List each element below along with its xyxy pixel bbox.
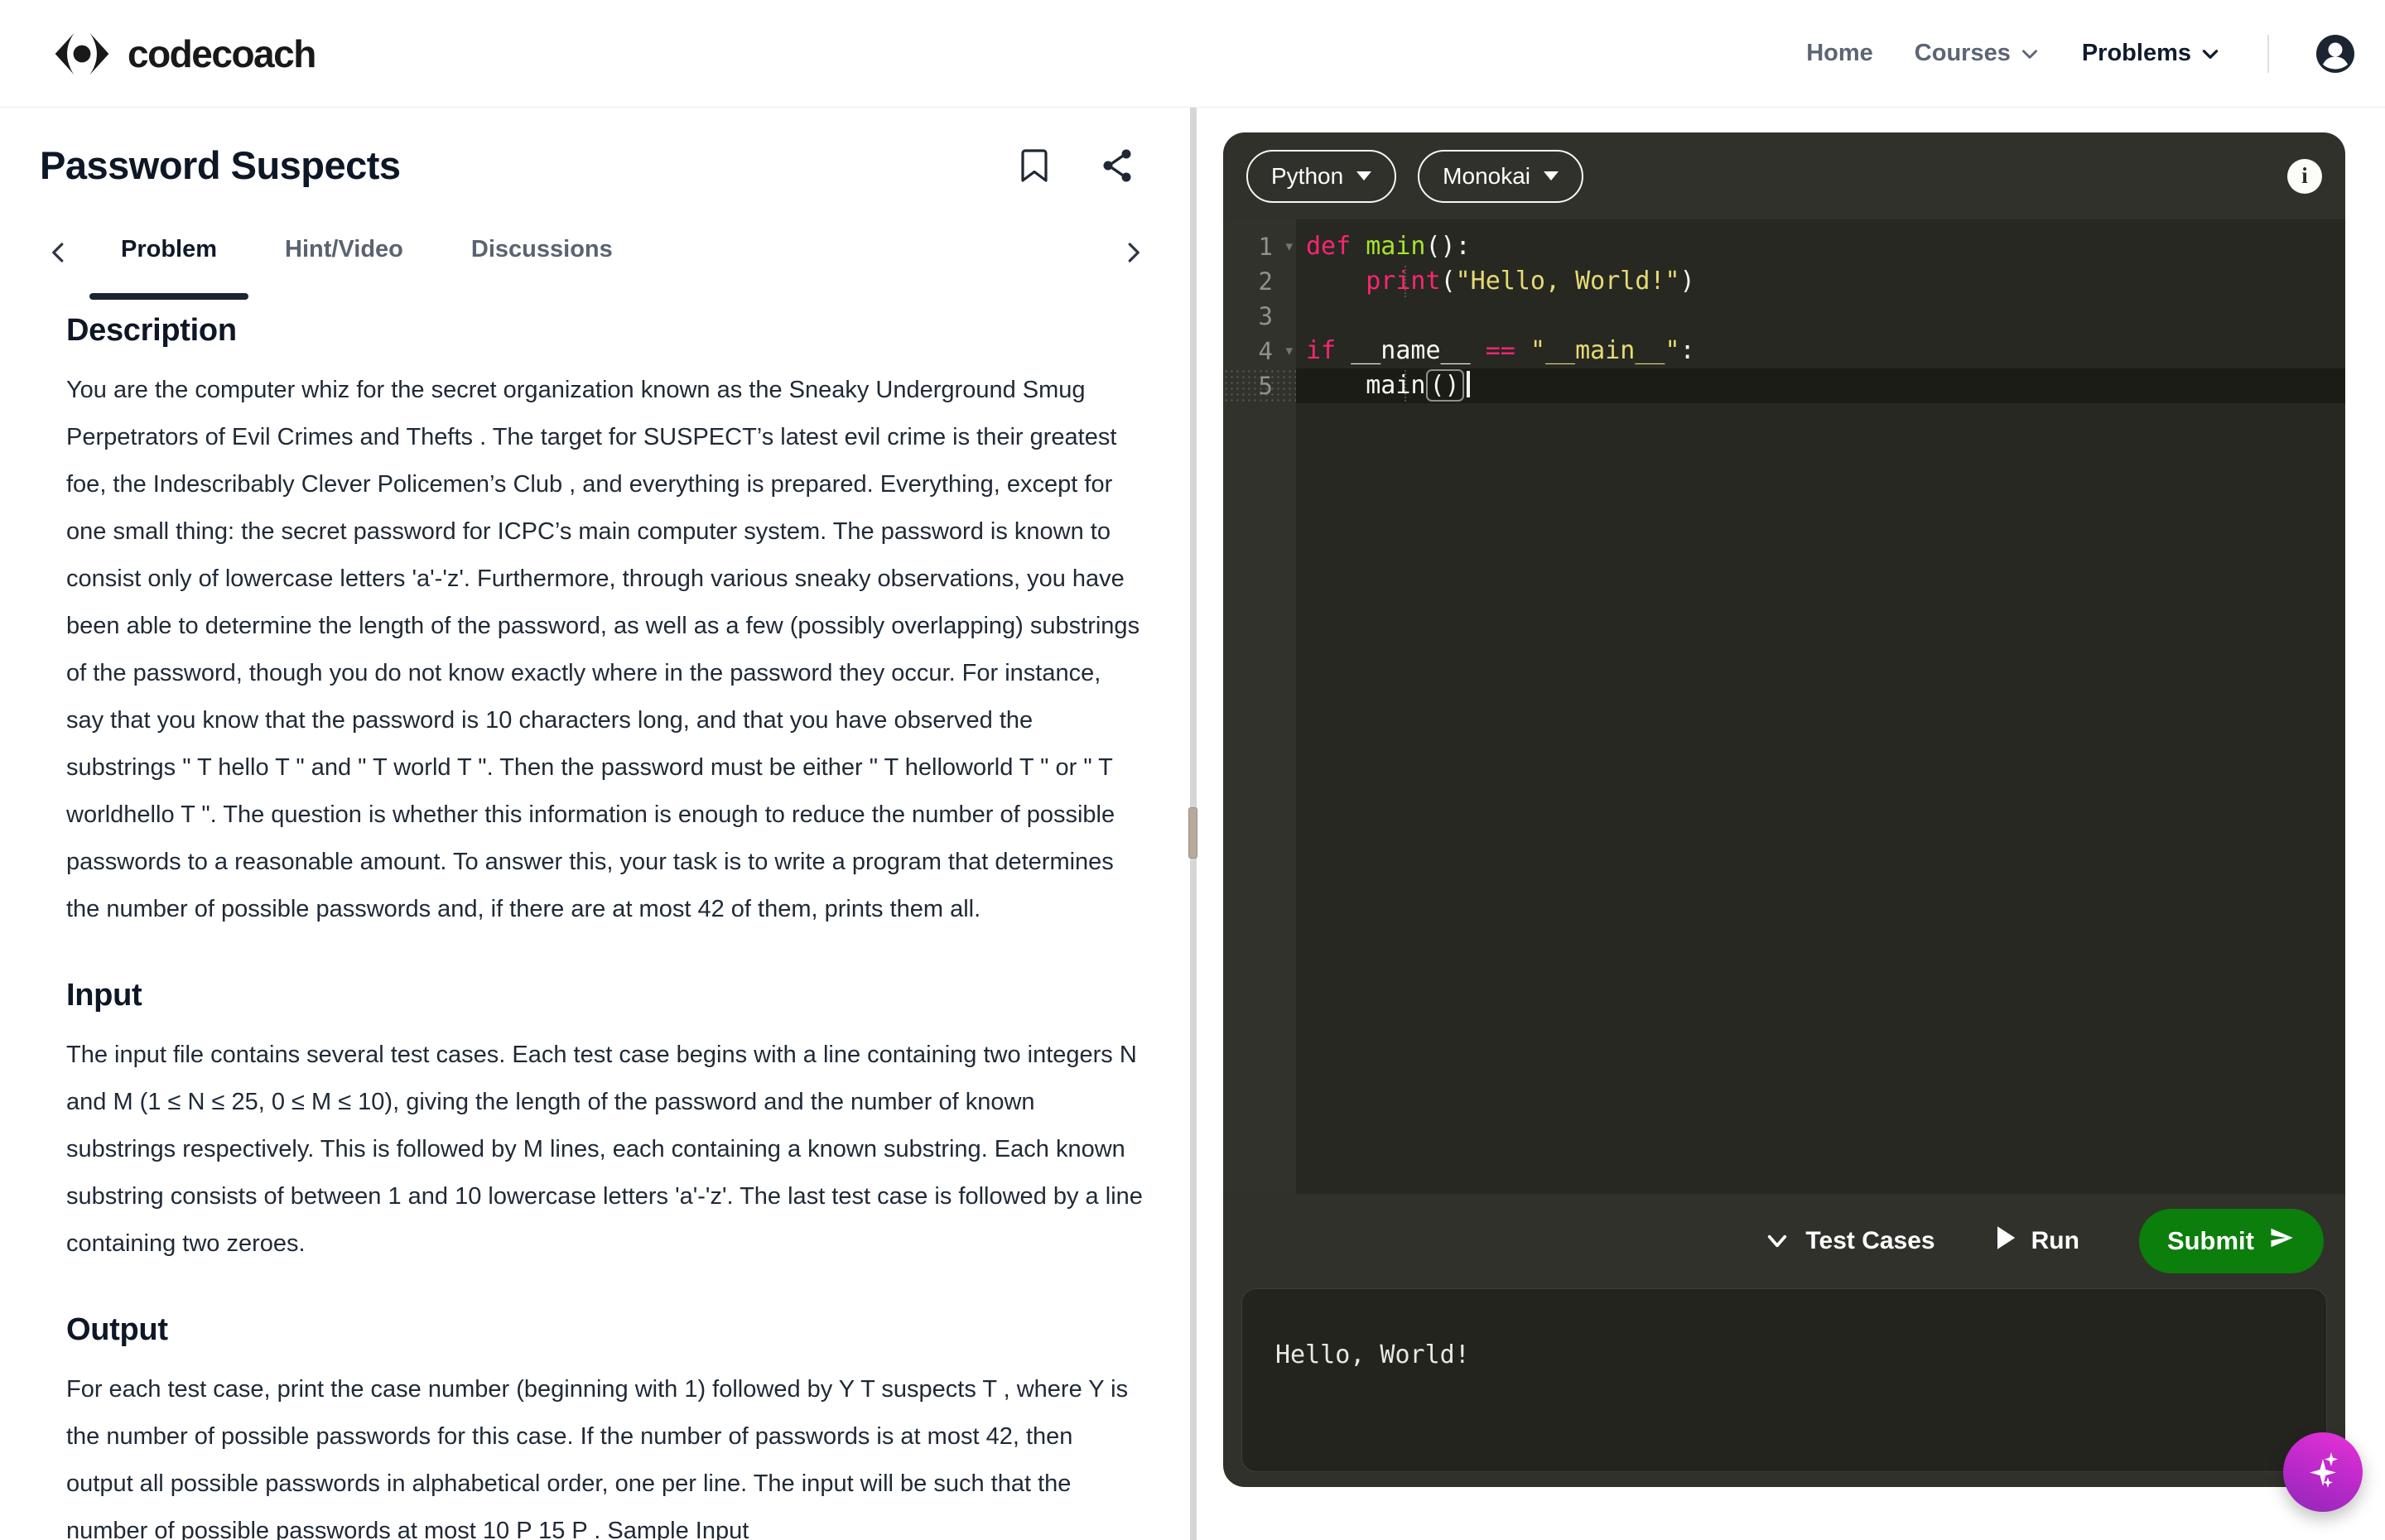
tabs-scroll-right-icon[interactable] [1120,240,1145,265]
code-area[interactable]: 1 ▾ def main(): 2 print("Hello, World!") 3 4 ▾… [1223,219,2345,1194]
code-text: main() [1296,368,2345,403]
code-line-3[interactable]: 3 [1223,299,2345,334]
tab-hint-video[interactable]: Hint/Video [285,236,403,268]
section-paragraph: For each test case, print the case numbe… [66,1376,1129,1540]
section-output: Output For each test case, print the case… [66,1312,1144,1540]
theme-select[interactable]: Monokai [1418,149,1584,203]
tabs-scroll-left-icon[interactable] [46,240,71,265]
section-heading: Output [66,1312,168,1347]
test-cases-toggle[interactable]: Test Cases [1764,1227,1935,1255]
section-input: Input The input file contains several tes… [66,978,1144,1268]
indent-guide [1404,266,1406,297]
tab-problem[interactable]: Problem [89,236,249,300]
editor-action-bar: Test Cases Run Submit [1223,1194,2345,1288]
header: codecoach Home Courses Problems [0,0,2385,108]
submit-button[interactable]: Submit [2138,1209,2324,1273]
problem-content: Description You are the computer whiz for… [40,313,1152,1540]
run-button[interactable]: Run [1995,1225,2079,1257]
chevron-down-icon [2200,43,2221,65]
line-number: 2 [1258,267,1273,296]
code-line-1[interactable]: 1 ▾ def main(): [1223,229,2345,264]
line-number: 5 [1223,368,1296,403]
codecoach-logo-icon [51,31,113,77]
fold-arrow-icon[interactable]: ▾ [1285,334,1293,368]
chevron-down-icon [1764,1228,1790,1254]
nav-divider [2267,34,2269,73]
nav-item-courses[interactable]: Courses [1915,40,2040,67]
sparkles-icon [2300,1447,2346,1498]
indent-guide [1404,370,1406,402]
output-console: Hello, World! [1241,1288,2327,1472]
code-line-4[interactable]: 4 ▾ if __name__ == "__main__": [1223,334,2345,368]
brand-name: codecoach [128,31,316,75]
tab-bar: Problem Hint/Video Discussions [40,236,1152,300]
panel-resize-handle[interactable] [1188,807,1197,859]
editor-toolbar: Python Monokai i [1223,132,2345,219]
text-cursor [1466,371,1470,397]
code-text: def main(): [1306,232,1471,261]
fold-arrow-icon[interactable]: ▾ [1285,229,1293,264]
nav-item-problems[interactable]: Problems [2082,40,2221,67]
tab-discussions[interactable]: Discussions [471,236,613,268]
code-text: print("Hello, World!") [1366,266,1695,297]
main-nav: Home Courses Problems [1806,34,2355,74]
language-select[interactable]: Python [1246,149,1397,203]
section-paragraph: You are the computer whiz for the secret… [66,377,1140,922]
user-avatar[interactable] [2315,34,2355,74]
caret-down-icon [1356,171,1372,180]
nav-item-home[interactable]: Home [1806,40,1873,67]
code-editor-panel: Python Monokai i 1 ▾ def main(): 2 print("H… [1223,132,2345,1487]
send-icon [2267,1225,2296,1257]
problem-panel: Password Suspects Problem Hint/Video Dis… [0,108,1190,1540]
section-description: Description You are the computer whiz for… [66,313,1144,933]
play-icon [1995,1225,2016,1257]
page-title: Password Suspects [40,143,401,187]
info-icon[interactable]: i [2287,158,2322,194]
console-output-text: Hello, World! [1275,1340,1470,1369]
caret-down-icon [1544,171,1559,180]
code-line-2[interactable]: 2 print("Hello, World!") [1223,264,2345,299]
section-paragraph: The input file contains several test cas… [66,1042,1143,1257]
bookmark-icon[interactable] [1016,147,1053,184]
section-heading: Description [66,313,237,348]
line-number: 1 ▾ [1223,229,1296,264]
brand-logo[interactable]: codecoach [51,31,316,77]
share-icon[interactable] [1099,147,1135,184]
ai-assistant-fab[interactable] [2283,1432,2363,1512]
line-number: 4 ▾ [1223,334,1296,368]
chevron-down-icon [2019,43,2040,65]
section-heading: Input [66,978,142,1013]
code-text: if __name__ == "__main__": [1306,336,1695,365]
line-number: 3 [1258,302,1273,330]
code-line-5[interactable]: 5 main() [1223,368,2345,403]
